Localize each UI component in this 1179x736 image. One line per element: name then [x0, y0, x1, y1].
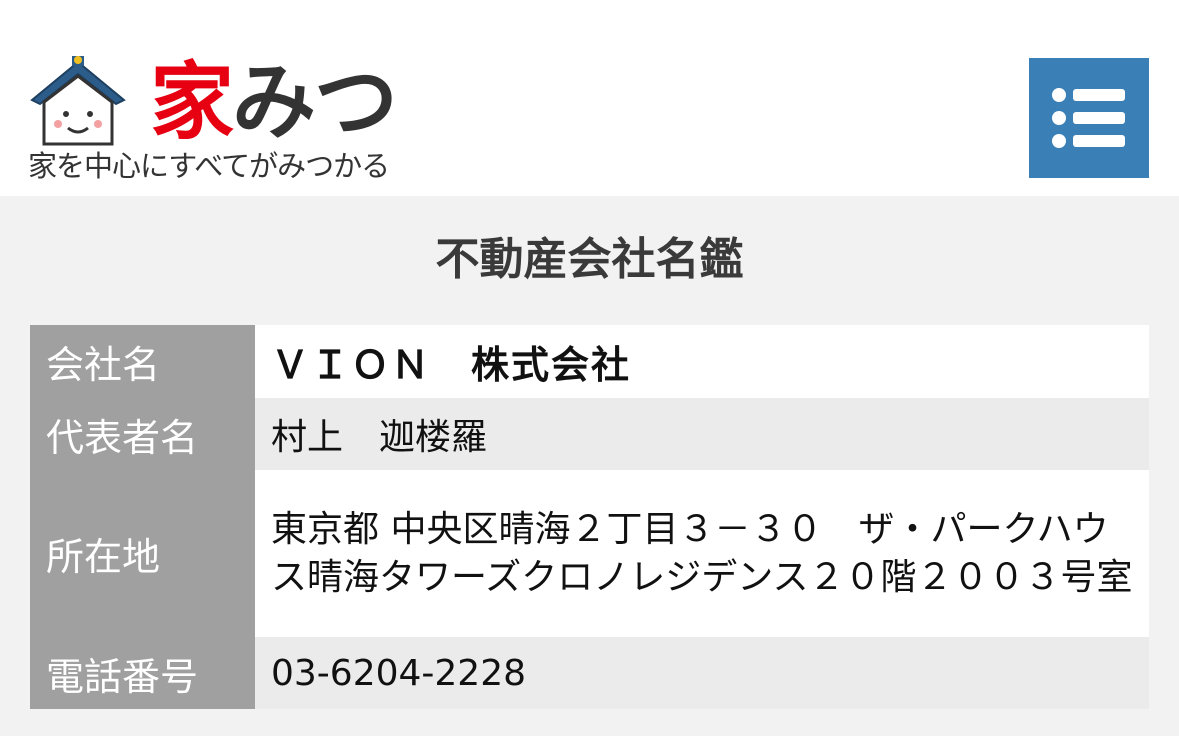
brand-kana: みつ [232, 53, 398, 151]
table-row-company-name: 会社名 ＶＩＯＮ 株式会社 [30, 325, 1149, 398]
company-info-table: 会社名 ＶＩＯＮ 株式会社 代表者名 村上 迦楼羅 所在地 東京都 中央区晴海２… [30, 325, 1149, 709]
house-mascot-icon [30, 56, 126, 146]
representative-label: 代表者名 [30, 398, 255, 470]
table-row-phone: 電話番号 03-6204-2228 [30, 637, 1149, 709]
site-logo[interactable]: 家みつ 家を中心にすべてがみつかる [28, 56, 428, 186]
brand-kanji: 家 [150, 53, 234, 151]
company-name-label: 会社名 [30, 325, 255, 398]
representative-value: 村上 迦楼羅 [255, 398, 1149, 470]
menu-button[interactable] [1029, 58, 1149, 178]
page-title: 不動産会社名鑑 [435, 234, 744, 285]
logo-tagline: 家を中心にすべてがみつかる [28, 149, 390, 183]
phone-value[interactable]: 03-6204-2228 [255, 637, 1149, 709]
table-row-address: 所在地 東京都 中央区晴海２丁目３－３０ ザ・パークハウス晴海タワーズクロノレジ… [30, 470, 1149, 637]
address-label: 所在地 [30, 470, 255, 637]
company-name-value: ＶＩＯＮ 株式会社 [255, 325, 1149, 398]
phone-label: 電話番号 [30, 637, 255, 709]
address-value: 東京都 中央区晴海２丁目３－３０ ザ・パークハウス晴海タワーズクロノレジデンス２… [255, 470, 1149, 637]
list-menu-icon [1052, 88, 1125, 148]
table-row-representative: 代表者名 村上 迦楼羅 [30, 398, 1149, 470]
site-header: 家みつ 家を中心にすべてがみつかる [0, 0, 1179, 196]
brand-name: 家みつ [150, 53, 398, 151]
